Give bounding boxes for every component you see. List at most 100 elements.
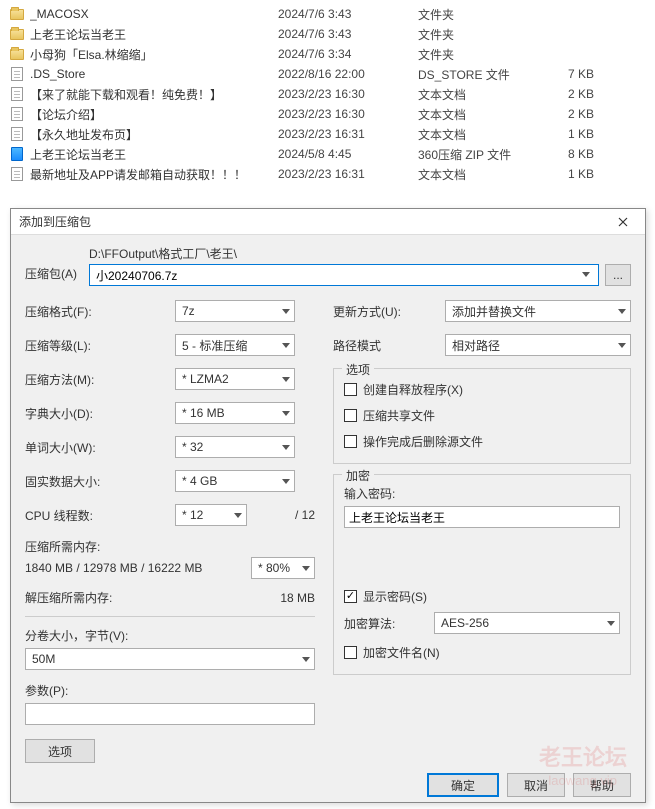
file-row[interactable]: _MACOSX2024/7/6 3:43文件夹 bbox=[0, 4, 655, 24]
show-password-checkbox[interactable] bbox=[344, 590, 357, 603]
chevron-down-icon bbox=[282, 445, 290, 451]
method-label: 压缩方法(M): bbox=[25, 371, 175, 388]
delete-checkbox[interactable] bbox=[344, 435, 357, 448]
chevron-down-icon bbox=[282, 309, 290, 315]
options-button[interactable]: 选项 bbox=[25, 739, 95, 763]
sfx-checkbox[interactable] bbox=[344, 383, 357, 396]
dialog-titlebar: 添加到压缩包 bbox=[11, 209, 645, 235]
file-name: 【永久地址发布页】 bbox=[30, 126, 278, 143]
split-select[interactable]: 50M bbox=[25, 648, 315, 670]
file-type: 文本文档 bbox=[418, 86, 568, 103]
encryption-legend: 加密 bbox=[342, 467, 374, 484]
file-row[interactable]: 【永久地址发布页】2023/2/23 16:31文本文档1 KB bbox=[0, 124, 655, 144]
dict-select[interactable]: * 16 MB bbox=[175, 402, 295, 424]
file-icon bbox=[11, 127, 23, 141]
dict-label: 字典大小(D): bbox=[25, 405, 175, 422]
file-icon bbox=[11, 67, 23, 81]
file-row[interactable]: 上老王论坛当老王2024/7/6 3:43文件夹 bbox=[0, 24, 655, 44]
archive-name-dropdown[interactable] bbox=[578, 266, 594, 284]
cpu-select[interactable]: * 12 bbox=[175, 504, 247, 526]
solid-select[interactable]: * 4 GB bbox=[175, 470, 295, 492]
level-select[interactable]: 5 - 标准压缩 bbox=[175, 334, 295, 356]
chevron-down-icon bbox=[302, 566, 310, 572]
encrypt-names-label: 加密文件名(N) bbox=[363, 644, 440, 661]
file-type: 文件夹 bbox=[418, 46, 568, 63]
word-label: 单词大小(W): bbox=[25, 439, 175, 456]
cpu-label: CPU 线程数: bbox=[25, 507, 175, 524]
file-date: 2024/7/6 3:43 bbox=[278, 27, 418, 41]
cancel-button[interactable]: 取消 bbox=[507, 773, 565, 797]
chevron-down-icon bbox=[234, 513, 242, 519]
cpu-total: / 12 bbox=[247, 508, 315, 522]
sfx-label: 创建自释放程序(X) bbox=[363, 381, 463, 398]
browse-button[interactable]: ... bbox=[605, 264, 631, 286]
update-select[interactable]: 添加并替换文件 bbox=[445, 300, 631, 322]
chevron-down-icon bbox=[302, 657, 310, 663]
file-name: 【论坛介绍】 bbox=[30, 106, 278, 123]
file-row[interactable]: 小母狗「Elsa.林缩缩」2024/7/6 3:34文件夹 bbox=[0, 44, 655, 64]
archive-dialog: 添加到压缩包 压缩包(A) D:\FFOutput\格式工厂\老王\ ... bbox=[10, 208, 646, 803]
file-name: 小母狗「Elsa.林缩缩」 bbox=[30, 46, 278, 63]
password-label: 输入密码: bbox=[344, 485, 620, 502]
chevron-down-icon bbox=[282, 411, 290, 417]
file-size: 2 KB bbox=[568, 87, 628, 101]
file-date: 2023/2/23 16:30 bbox=[278, 107, 418, 121]
chevron-down-icon bbox=[582, 272, 590, 278]
file-name: 最新地址及APP请发邮箱自动获取！！！ bbox=[30, 166, 278, 183]
file-row[interactable]: 最新地址及APP请发邮箱自动获取！！！2023/2/23 16:31文本文档1 … bbox=[0, 164, 655, 184]
close-button[interactable] bbox=[609, 212, 637, 232]
method-select[interactable]: * LZMA2 bbox=[175, 368, 295, 390]
file-type: 文本文档 bbox=[418, 106, 568, 123]
params-input[interactable] bbox=[25, 703, 315, 725]
mem-decomp-label: 解压缩所需内存: bbox=[25, 589, 112, 606]
chevron-down-icon bbox=[607, 621, 615, 627]
enc-method-label: 加密算法: bbox=[344, 615, 434, 632]
mem-pct-select[interactable]: * 80% bbox=[251, 557, 315, 579]
file-type: 文本文档 bbox=[418, 166, 568, 183]
mem-decomp-value: 18 MB bbox=[280, 591, 315, 605]
file-name: _MACOSX bbox=[30, 7, 278, 21]
format-select[interactable]: 7z bbox=[175, 300, 295, 322]
file-size: 2 KB bbox=[568, 107, 628, 121]
file-name: 上老王论坛当老王 bbox=[30, 146, 278, 163]
options-legend: 选项 bbox=[342, 361, 374, 378]
help-button[interactable]: 帮助 bbox=[573, 773, 631, 797]
archive-name-combo[interactable] bbox=[89, 264, 599, 286]
shared-checkbox[interactable] bbox=[344, 409, 357, 422]
archive-label: 压缩包(A) bbox=[25, 265, 89, 286]
file-size: 8 KB bbox=[568, 147, 628, 161]
split-label: 分卷大小，字节(V): bbox=[25, 627, 315, 644]
solid-label: 固实数据大小: bbox=[25, 473, 175, 490]
ok-button[interactable]: 确定 bbox=[427, 773, 499, 797]
pathmode-label: 路径模式 bbox=[333, 337, 445, 354]
pathmode-select[interactable]: 相对路径 bbox=[445, 334, 631, 356]
chevron-down-icon bbox=[282, 377, 290, 383]
level-label: 压缩等级(L): bbox=[25, 337, 175, 354]
file-date: 2024/7/6 3:34 bbox=[278, 47, 418, 61]
file-row[interactable]: 【来了就能下载和观看！纯免费！】2023/2/23 16:30文本文档2 KB bbox=[0, 84, 655, 104]
file-row[interactable]: 【论坛介绍】2023/2/23 16:30文本文档2 KB bbox=[0, 104, 655, 124]
zip-icon bbox=[11, 147, 23, 161]
file-date: 2023/2/23 16:31 bbox=[278, 167, 418, 181]
file-date: 2023/2/23 16:31 bbox=[278, 127, 418, 141]
chevron-down-icon bbox=[282, 479, 290, 485]
mem-comp-value: 1840 MB / 12978 MB / 16222 MB bbox=[25, 561, 202, 575]
shared-label: 压缩共享文件 bbox=[363, 407, 435, 424]
archive-name-input[interactable] bbox=[94, 267, 578, 283]
password-input[interactable] bbox=[344, 506, 620, 528]
file-name: 【来了就能下载和观看！纯免费！】 bbox=[30, 86, 278, 103]
dialog-button-row: 确定 取消 帮助 bbox=[11, 763, 645, 809]
file-row[interactable]: 上老王论坛当老王2024/5/8 4:45360压缩 ZIP 文件8 KB bbox=[0, 144, 655, 164]
enc-method-select[interactable]: AES-256 bbox=[434, 612, 620, 634]
divider bbox=[25, 616, 315, 617]
word-select[interactable]: * 32 bbox=[175, 436, 295, 458]
encrypt-names-checkbox[interactable] bbox=[344, 646, 357, 659]
archive-dir: D:\FFOutput\格式工厂\老王\ bbox=[89, 245, 631, 262]
show-password-label: 显示密码(S) bbox=[363, 588, 427, 605]
folder-icon bbox=[10, 9, 24, 20]
file-row[interactable]: .DS_Store2022/8/16 22:00DS_STORE 文件7 KB bbox=[0, 64, 655, 84]
file-date: 2022/8/16 22:00 bbox=[278, 67, 418, 81]
options-fieldset: 选项 创建自释放程序(X) 压缩共享文件 操作完成后删除源文件 bbox=[333, 368, 631, 464]
file-type: 文件夹 bbox=[418, 26, 568, 43]
chevron-down-icon bbox=[618, 343, 626, 349]
